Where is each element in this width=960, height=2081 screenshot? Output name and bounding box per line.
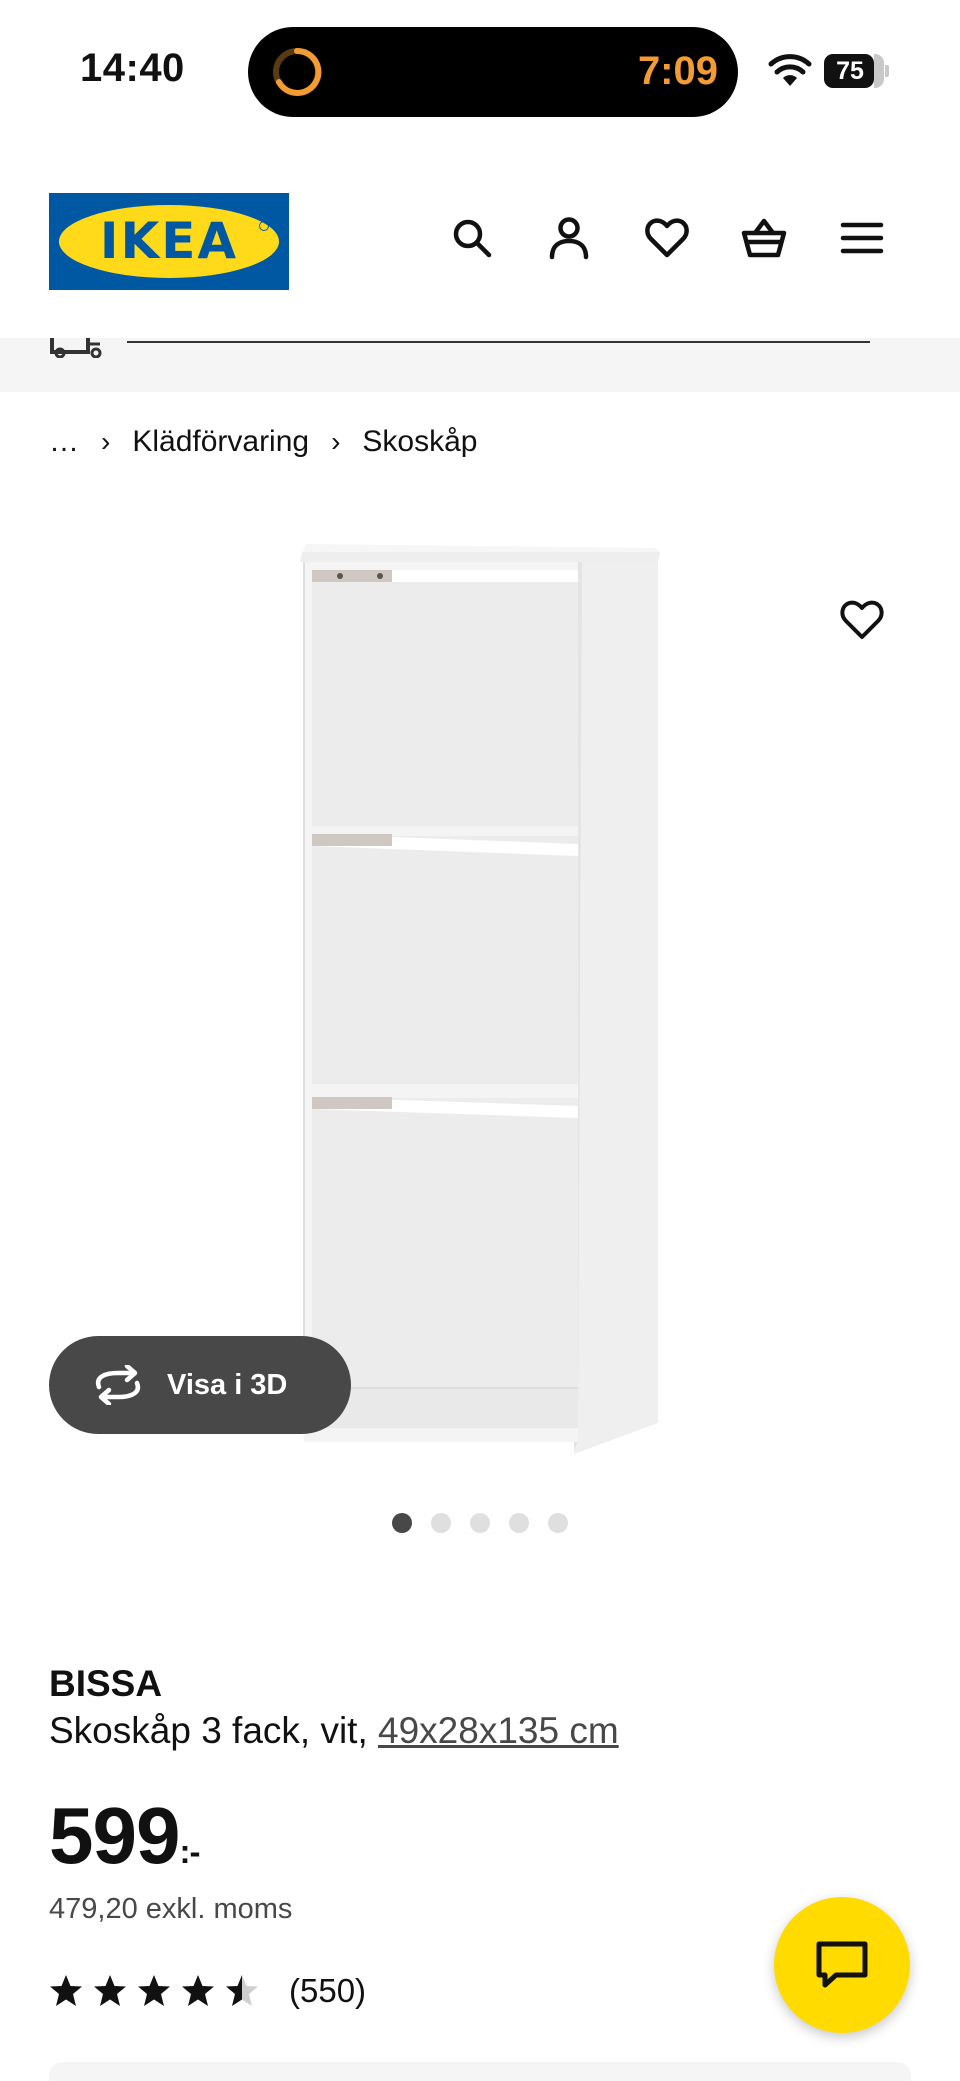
status-bar: 14:40 7:09 75 <box>0 0 960 140</box>
half-star-icon <box>226 1975 258 2006</box>
shopping-basket-icon <box>741 218 787 258</box>
star-icon <box>182 1975 214 2006</box>
timer-ring-icon <box>273 47 322 96</box>
dynamic-island[interactable]: 7:09 <box>248 27 738 117</box>
product-image[interactable] <box>300 540 660 1465</box>
logo-text: IKEA <box>99 212 239 270</box>
account-icon <box>549 217 589 260</box>
breadcrumb-item-skoskap[interactable]: Skoskåp <box>362 425 477 459</box>
rating-count: (550) <box>289 1972 367 2009</box>
price-excl-vat: 479,20 exkl. moms <box>49 1893 293 1925</box>
product-dimensions-link[interactable]: 49x28x135 cm <box>378 1710 619 1751</box>
breadcrumb-item-kladforvaring[interactable]: Klädförvaring <box>132 425 309 459</box>
chat-button[interactable] <box>774 1897 910 2033</box>
delivery-banner-link-underline <box>127 341 870 343</box>
view-in-3d-label: Visa i 3D <box>167 1368 288 1401</box>
chevron-right-icon: › <box>331 426 341 457</box>
breadcrumb: … › Klädförvaring › Skoskåp <box>49 422 478 462</box>
wifi-icon <box>768 54 812 86</box>
search-icon <box>453 219 492 258</box>
star-icon <box>94 1975 126 2006</box>
price-amount: 599 <box>49 1791 180 1880</box>
ikea-logo[interactable]: IKEA <box>49 193 289 290</box>
star-icon <box>138 1975 170 2006</box>
battery-indicator: 75 <box>824 54 889 88</box>
pagination-dot[interactable] <box>548 1513 568 1533</box>
price-suffix: :- <box>179 1833 200 1870</box>
star-icon <box>50 1975 82 2006</box>
menu-button[interactable] <box>836 212 888 264</box>
next-section-card <box>49 2062 911 2081</box>
live-activity-timer: 7:09 <box>637 49 718 93</box>
gallery-pagination <box>392 1513 568 1533</box>
product-rating[interactable]: (550) <box>49 1972 366 2010</box>
rotate-3d-icon <box>95 1365 141 1405</box>
product-name: BISSA <box>49 1663 163 1704</box>
battery-level-text: 75 <box>836 57 864 85</box>
product-description: Skoskåp 3 fack, vit, 49x28x135 cm <box>49 1710 619 1752</box>
heart-icon <box>645 218 689 258</box>
pagination-dot[interactable] <box>431 1513 451 1533</box>
truck-icon <box>50 338 102 358</box>
hamburger-menu-icon <box>840 222 884 254</box>
pagination-dot[interactable] <box>509 1513 529 1533</box>
delivery-banner[interactable] <box>0 338 960 392</box>
favourites-button[interactable] <box>641 212 693 264</box>
site-header: IKEA <box>0 140 960 340</box>
cart-button[interactable] <box>738 212 790 264</box>
chat-bubble-icon <box>816 1941 868 1988</box>
view-in-3d-button[interactable]: Visa i 3D <box>49 1336 351 1434</box>
pagination-dot[interactable] <box>470 1513 490 1533</box>
add-to-favourites-button[interactable] <box>836 594 888 646</box>
chevron-right-icon: › <box>101 426 111 457</box>
pagination-dot[interactable] <box>392 1513 412 1533</box>
product-price: 599:- <box>49 1790 200 1882</box>
account-button[interactable] <box>543 212 595 264</box>
search-button[interactable] <box>446 212 498 264</box>
status-time: 14:40 <box>80 46 185 90</box>
product-type: Skoskåp 3 fack, vit, <box>49 1710 368 1751</box>
breadcrumb-ellipsis[interactable]: … <box>49 425 79 459</box>
heart-icon <box>840 600 884 639</box>
